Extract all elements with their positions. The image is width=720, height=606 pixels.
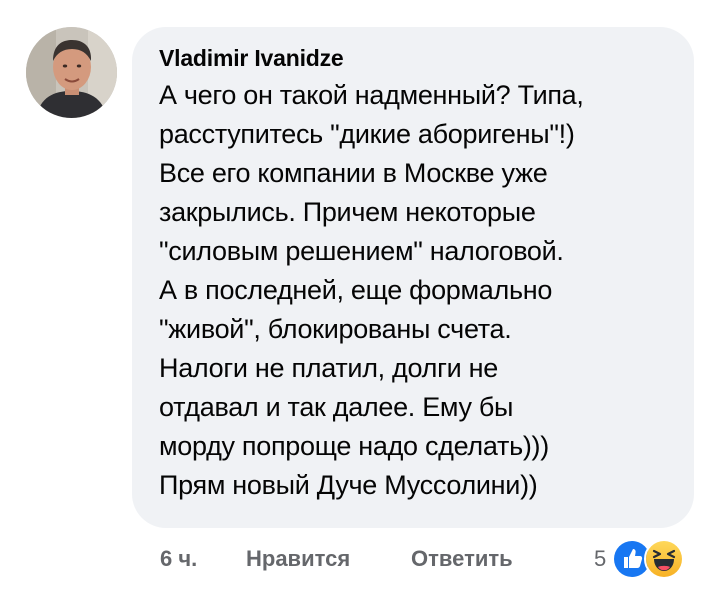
comment-line: расступитесь "дикие аборигены"!) (159, 119, 575, 149)
comment-line: отдавал и так далее. Ему бы (159, 392, 514, 422)
avatar[interactable] (26, 27, 117, 118)
haha-icon (644, 539, 685, 579)
comment-line: "силовым решением" налоговой. (159, 236, 564, 266)
reactions-summary[interactable]: 5 (594, 539, 685, 579)
comment-line: Налоги не платил, долги не (159, 353, 498, 383)
comment-author[interactable]: Vladimir Ivanidze (159, 44, 674, 72)
comment-line: А чего он такой надменный? Типа, (159, 80, 584, 110)
comment-timestamp[interactable]: 6 ч. (160, 541, 197, 577)
comment-line: морду попроще надо сделать))) (159, 431, 549, 461)
comment-line: А в последней, еще формально (159, 275, 553, 305)
comment-line: "живой", блокированы счета. (159, 314, 512, 344)
reply-button[interactable]: Ответить (411, 541, 513, 577)
reaction-count: 5 (594, 546, 607, 571)
avatar-photo (26, 27, 117, 118)
comment-bubble: Vladimir Ivanidze А чего он такой надмен… (132, 27, 694, 528)
comment-line: Прям новый Дуче Муссолини)) (159, 470, 538, 500)
comment-line: закрылись. Причем некоторые (159, 197, 536, 227)
comment-text: А чего он такой надменный? Типа, расступ… (159, 76, 674, 505)
like-button[interactable]: Нравится (246, 541, 350, 577)
comment-line: Все его компании в Москве уже (159, 158, 548, 188)
comment-actions: 6 ч. Нравится Ответить 5 (160, 539, 700, 579)
